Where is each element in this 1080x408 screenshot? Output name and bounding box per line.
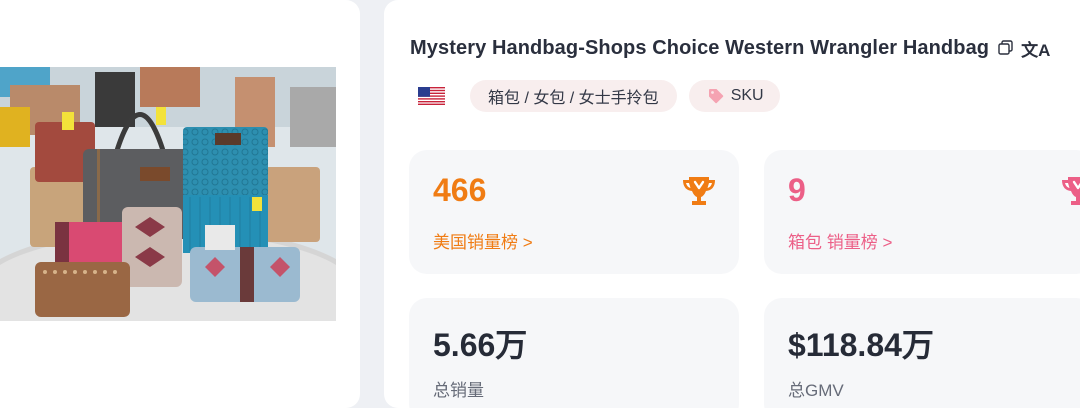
total-sales-card: 5.66万 总销量 [409, 298, 739, 408]
translate-icon[interactable]: 文A [1021, 36, 1050, 61]
total-gmv-label: 总GMV [788, 381, 844, 400]
tag-icon [708, 89, 723, 104]
total-gmv-card: $118.84万 总GMV [764, 298, 1080, 408]
sku-tag[interactable]: SKU [688, 80, 780, 112]
product-photo[interactable] [0, 67, 336, 321]
product-title-row: Mystery Handbag-Shops Choice Western Wra… [410, 34, 1080, 62]
category-tag[interactable]: 箱包 / 女包 / 女士手拎包 [470, 80, 677, 112]
handbag-photo-illustration [0, 67, 336, 321]
us-sales-rank-card[interactable]: 466 美国销量榜 > [409, 150, 739, 274]
total-gmv-value: $118.84万 [788, 327, 934, 363]
category-sales-rank-link[interactable]: 箱包 销量榜 > [788, 228, 892, 253]
us-sales-rank-link[interactable]: 美国销量榜 > [433, 228, 533, 253]
category-sales-rank-value: 9 [788, 172, 806, 208]
product-detail-page: Mystery Handbag-Shops Choice Western Wra… [0, 0, 1080, 408]
product-image-card [0, 0, 360, 408]
us-flag-icon [418, 87, 445, 105]
trophy-icon [683, 177, 715, 205]
trophy-icon [1062, 177, 1080, 205]
sku-label: SKU [730, 87, 764, 104]
copy-icon[interactable] [997, 39, 1015, 57]
category-sales-rank-card[interactable]: 9 箱包 销量榜 > [764, 150, 1080, 274]
product-title: Mystery Handbag-Shops Choice Western Wra… [410, 36, 990, 59]
tag-row: 箱包 / 女包 / 女士手拎包 SKU [418, 80, 780, 112]
total-sales-label: 总销量 [433, 381, 484, 400]
total-sales-value: 5.66万 [433, 327, 528, 363]
us-sales-rank-value: 466 [433, 172, 487, 208]
